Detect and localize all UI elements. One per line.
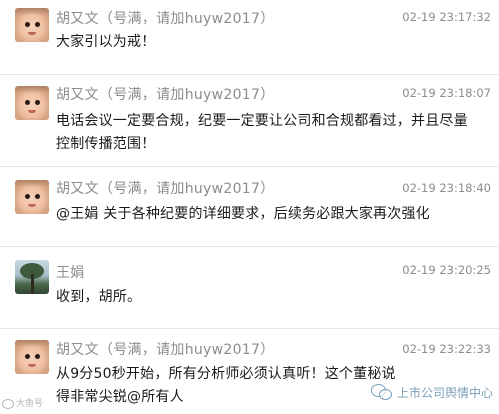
watermark-right: 上市公司舆情中心 [370, 383, 493, 401]
chat-message: 胡又文（号满，请加huyw2017） 02-19 23:18:40 @王娟 关于… [0, 168, 499, 248]
message-text: 收到，胡所。 [56, 289, 142, 305]
avatar[interactable] [15, 86, 49, 120]
message-timestamp: 02-19 23:18:40 [402, 181, 491, 195]
wechat-icon [370, 383, 393, 401]
message-text: 大家引以为戒！ [56, 34, 156, 50]
divider [0, 328, 499, 329]
message-text: 电话会议一定要合规，纪要一定要让公司和合规都看过，并且尽量控制传播范围！ [56, 113, 468, 152]
avatar[interactable] [15, 8, 49, 42]
watermark-left-text: 大鱼号 [16, 399, 44, 409]
chat-message: 胡又文（号满，请加huyw2017） 02-19 23:18:07 电话会议一定… [0, 76, 499, 172]
fish-icon [2, 398, 14, 409]
divider [0, 246, 499, 247]
avatar[interactable] [15, 260, 49, 294]
chat-message: 胡又文（号满，请加huyw2017） 02-19 23:17:32 大家引以为戒… [0, 0, 499, 62]
watermark-left: 大鱼号 [2, 396, 43, 409]
message-text: @王娟 关于各种纪要的详细要求，后续务必跟大家再次强化 [56, 206, 430, 222]
watermark-right-text: 上市公司舆情中心 [396, 385, 493, 400]
message-text: 从9分50秒开始，所有分析师必须认真听！这个董秘说得非常尖锐@所有人 [56, 366, 396, 405]
sender-name: 胡又文（号满，请加huyw2017） [56, 87, 275, 103]
chat-feed: 胡又文（号满，请加huyw2017） 02-19 23:17:32 大家引以为戒… [0, 0, 499, 414]
sender-name: 胡又文（号满，请加huyw2017） [56, 11, 275, 27]
divider [0, 74, 499, 75]
chat-message: 胡又文（号满，请加huyw2017） 02-19 23:22:33 从9分50秒… [0, 330, 499, 414]
avatar[interactable] [15, 180, 49, 214]
sender-name: 王娟 [56, 265, 85, 281]
message-timestamp: 02-19 23:18:07 [402, 86, 491, 100]
message-timestamp: 02-19 23:17:32 [402, 10, 491, 24]
avatar[interactable] [15, 340, 49, 374]
chat-message: 王娟 02-19 23:20:25 收到，胡所。 [0, 248, 499, 320]
message-timestamp: 02-19 23:22:33 [402, 342, 491, 356]
divider [0, 166, 499, 167]
message-timestamp: 02-19 23:20:25 [402, 263, 491, 277]
sender-name: 胡又文（号满，请加huyw2017） [56, 342, 275, 358]
sender-name: 胡又文（号满，请加huyw2017） [56, 181, 275, 197]
